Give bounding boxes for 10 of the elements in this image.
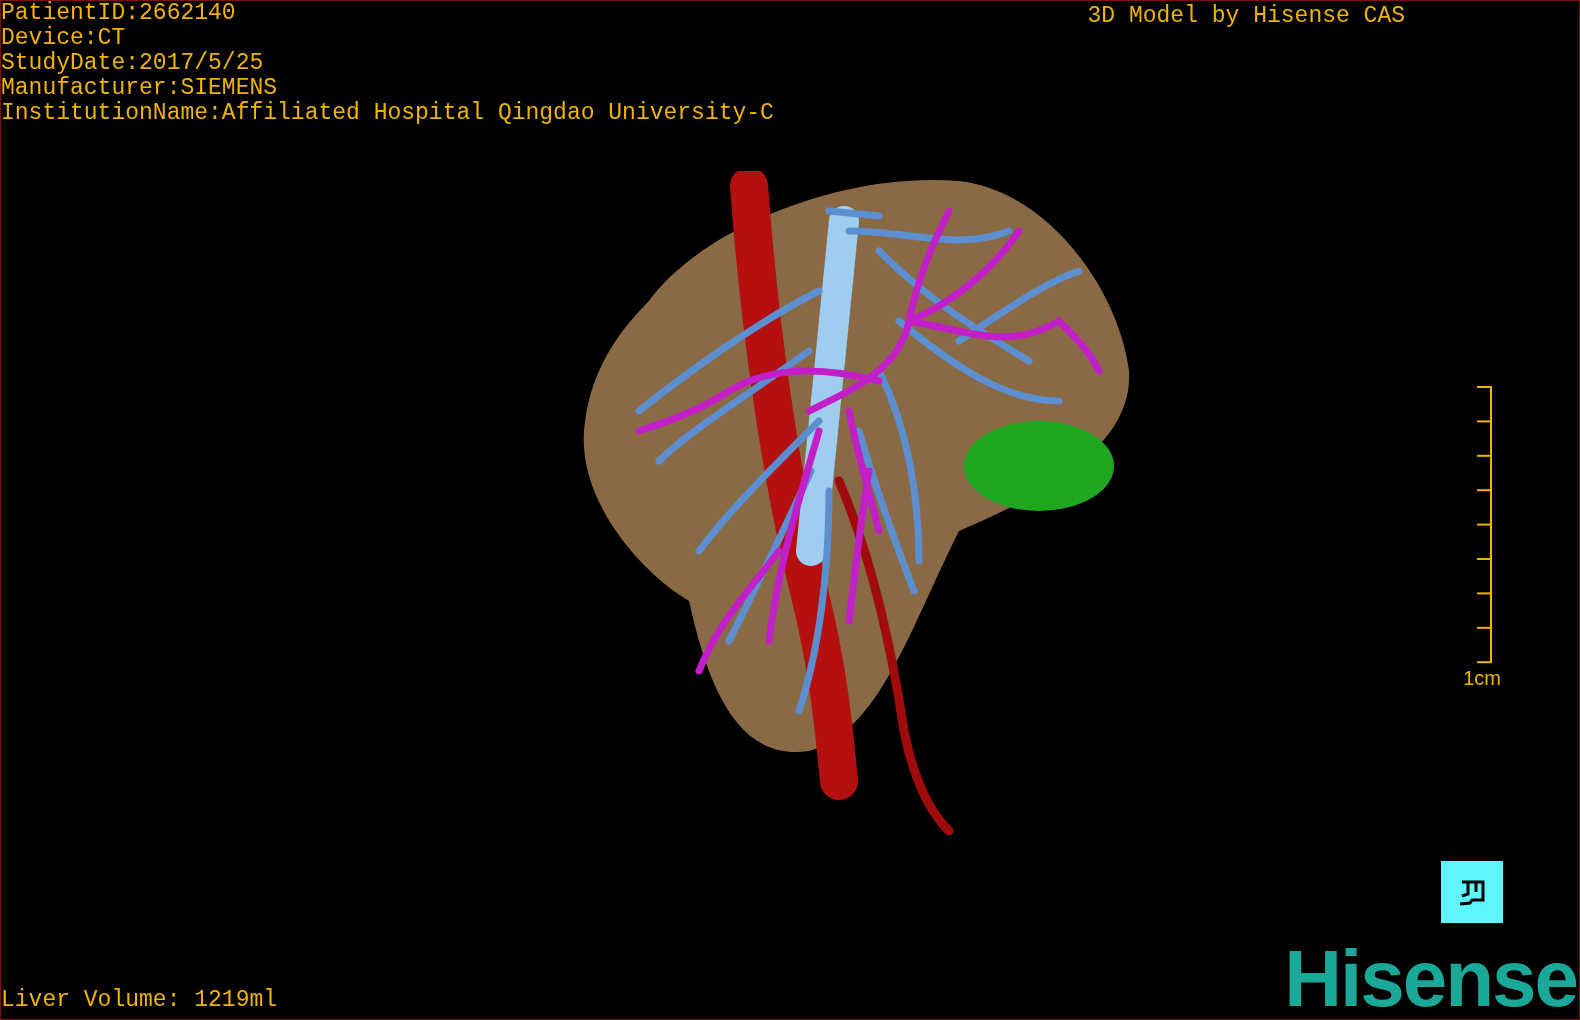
liver-volume-text: Liver Volume: 1219ml bbox=[1, 988, 278, 1013]
model-title: 3D Model by Hisense CAS bbox=[1087, 4, 1405, 29]
info-text: PatientID:2662140 bbox=[1, 1, 237, 26]
info-text: InstitutionName:Affiliated Hospital Qingdao University-C bbox=[1, 101, 774, 126]
orientation-cube-icon[interactable] bbox=[1441, 861, 1503, 923]
info-text: Device:CT bbox=[1, 26, 127, 51]
brand-logo: Hisense bbox=[1284, 939, 1577, 1019]
info-text: Manufacturer:SIEMENS bbox=[1, 76, 279, 101]
scale-label: 1cm bbox=[1463, 666, 1501, 690]
info-text: StudyDate:2017/5/25 bbox=[1, 51, 265, 76]
